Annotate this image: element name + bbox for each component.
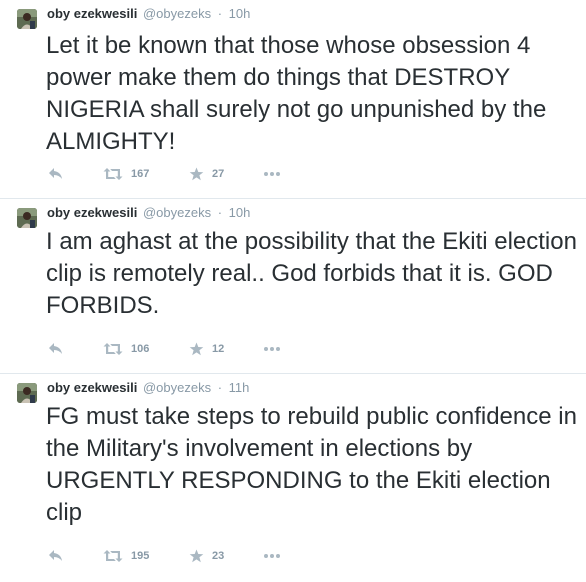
more-dots-icon	[263, 346, 281, 352]
tweet[interactable]: oby ezekwesili @obyezeks · 11h FG must t…	[0, 374, 586, 582]
reply-button[interactable]	[48, 548, 64, 564]
favorite-count: 23	[212, 550, 225, 562]
favorite-count: 27	[212, 168, 225, 180]
retweet-count: 195	[131, 550, 150, 562]
retweet-icon	[103, 549, 123, 563]
more-button[interactable]	[263, 548, 281, 564]
tweet-header: oby ezekwesili @obyezeks · 10h	[47, 205, 250, 221]
tweet-timeline: oby ezekwesili @obyezeks · 10h Let it be…	[0, 0, 586, 582]
retweet-count: 106	[131, 343, 150, 355]
avatar[interactable]	[17, 383, 37, 403]
tweet-timestamp[interactable]: 10h	[229, 6, 251, 21]
tweet-header: oby ezekwesili @obyezeks · 10h	[47, 6, 250, 22]
favorite-button[interactable]: 27	[189, 166, 224, 182]
avatar[interactable]	[17, 9, 37, 29]
tweet-text: FG must take steps to rebuild public con…	[46, 403, 577, 526]
tweet[interactable]: oby ezekwesili @obyezeks · 10h I am agha…	[0, 199, 586, 374]
retweet-icon	[103, 167, 123, 181]
user-fullname[interactable]: oby ezekwesili	[47, 380, 137, 395]
tweet[interactable]: oby ezekwesili @obyezeks · 10h Let it be…	[0, 0, 586, 199]
reply-button[interactable]	[48, 166, 64, 182]
user-fullname[interactable]: oby ezekwesili	[47, 205, 137, 220]
retweet-button[interactable]: 106	[103, 341, 149, 357]
more-dots-icon	[263, 553, 281, 559]
reply-icon	[48, 549, 64, 563]
tweet-text: Let it be known that those whose obsessi…	[46, 32, 547, 155]
separator: ·	[217, 380, 223, 395]
user-handle[interactable]: @obyezeks	[143, 380, 211, 395]
reply-button[interactable]	[48, 341, 64, 357]
retweet-button[interactable]: 167	[103, 166, 149, 182]
user-handle[interactable]: @obyezeks	[143, 6, 211, 21]
more-dots-icon	[263, 171, 281, 177]
retweet-button[interactable]: 195	[103, 548, 149, 564]
user-handle[interactable]: @obyezeks	[143, 205, 211, 220]
star-icon	[189, 342, 204, 356]
separator: ·	[217, 6, 223, 21]
star-icon	[189, 549, 204, 563]
retweet-icon	[103, 342, 123, 356]
tweet-header: oby ezekwesili @obyezeks · 11h	[47, 380, 249, 396]
tweet-timestamp[interactable]: 11h	[229, 380, 250, 395]
tweet-text: I am aghast at the possibility that the …	[46, 228, 577, 319]
star-icon	[189, 167, 204, 181]
favorite-button[interactable]: 12	[189, 341, 224, 357]
retweet-count: 167	[131, 168, 150, 180]
favorite-count: 12	[212, 343, 225, 355]
reply-icon	[48, 167, 64, 181]
more-button[interactable]	[263, 341, 281, 357]
favorite-button[interactable]: 23	[189, 548, 224, 564]
user-fullname[interactable]: oby ezekwesili	[47, 6, 137, 21]
reply-icon	[48, 342, 64, 356]
more-button[interactable]	[263, 166, 281, 182]
separator: ·	[217, 205, 223, 220]
avatar[interactable]	[17, 208, 37, 228]
tweet-timestamp[interactable]: 10h	[229, 205, 251, 220]
